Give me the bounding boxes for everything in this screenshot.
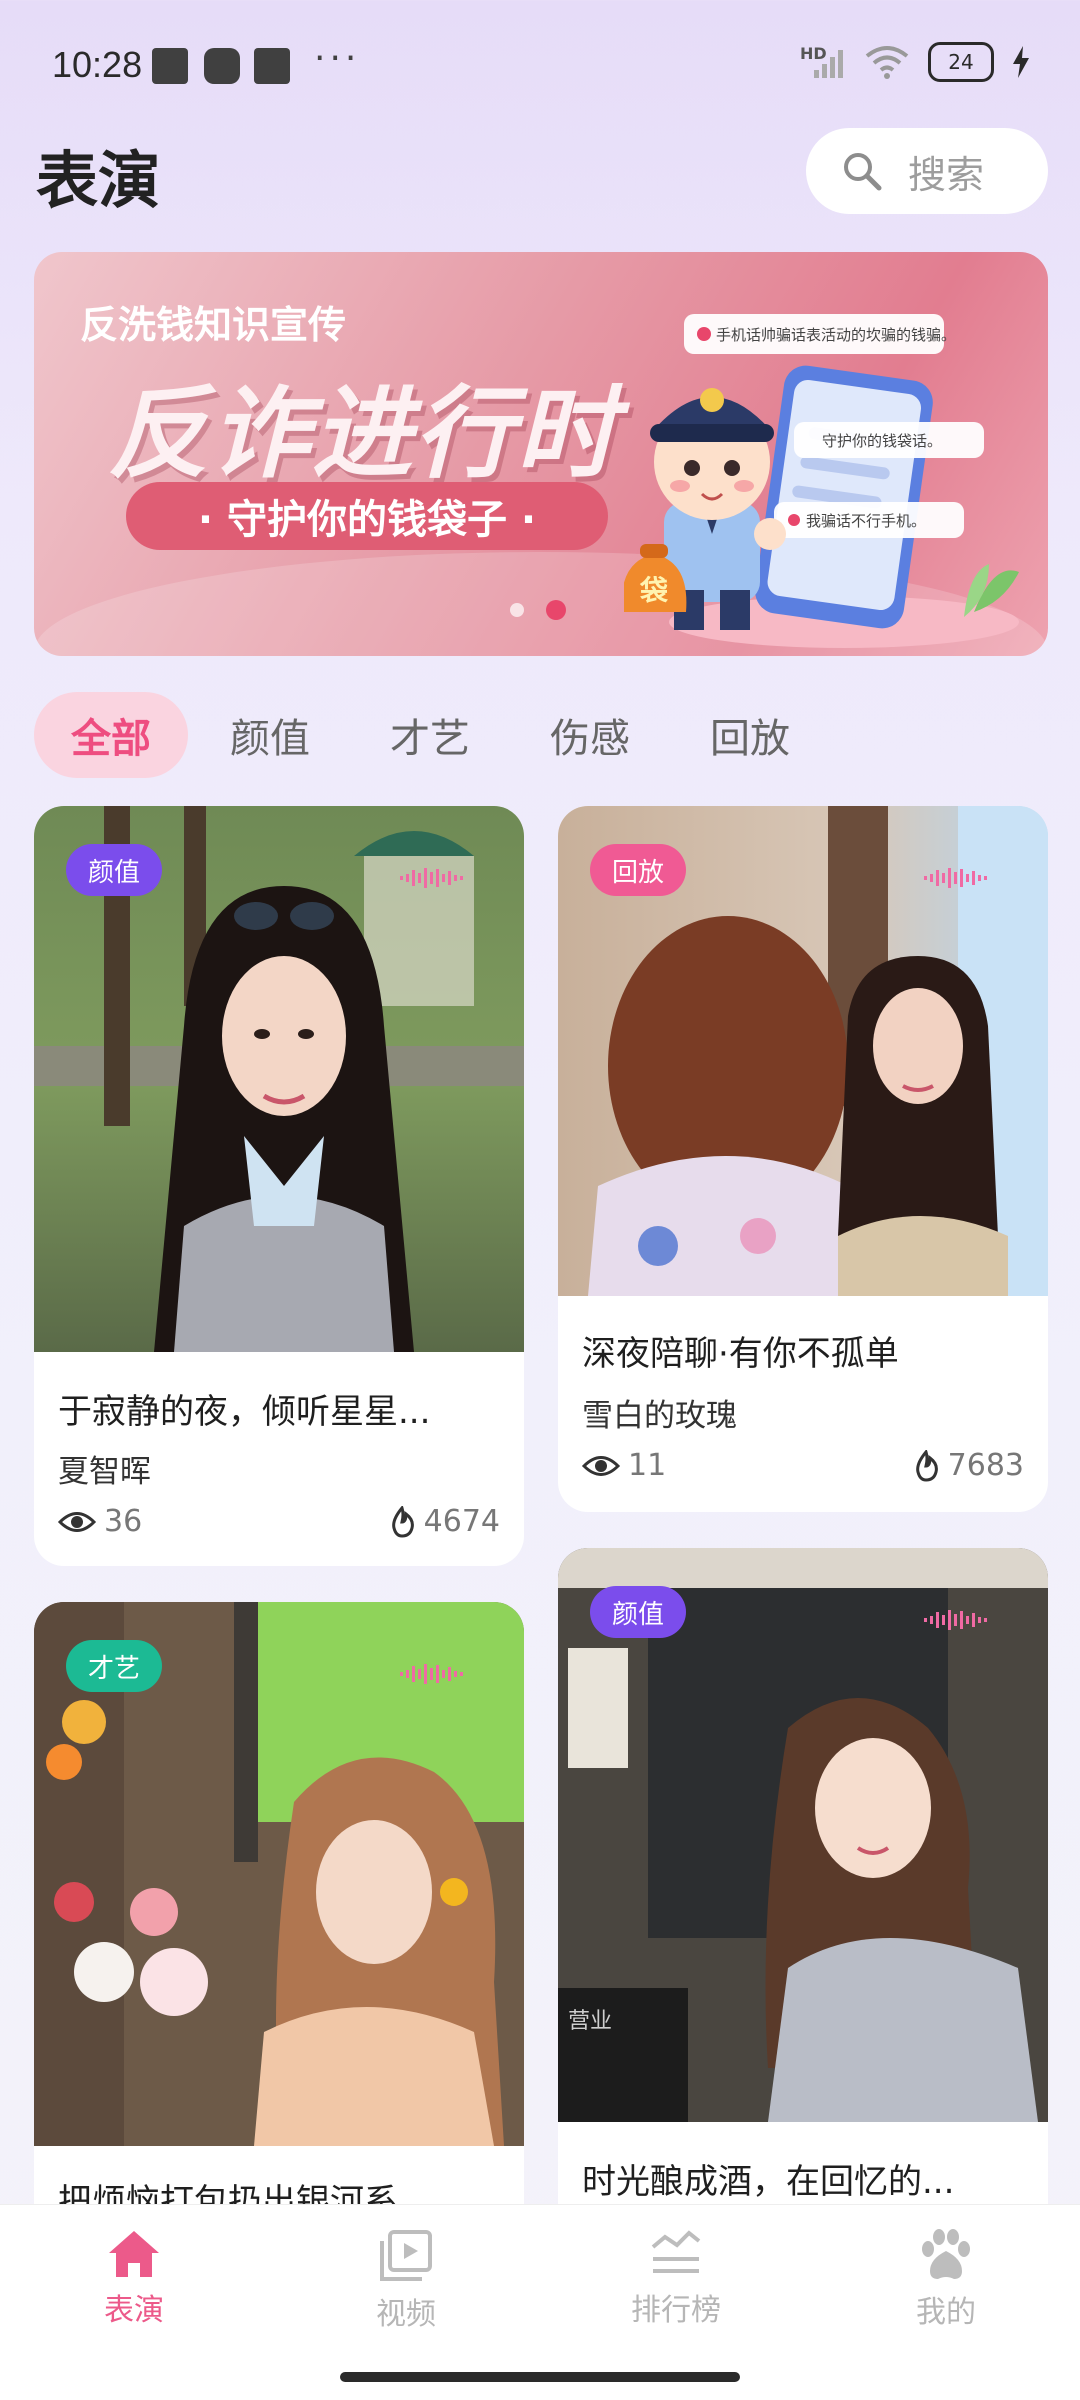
- live-audio-icon: [924, 1610, 987, 1630]
- banner-pagination: [510, 600, 566, 620]
- banner-slogan: · 守护你的钱袋子 ·: [126, 482, 608, 550]
- svg-text:我骗话不行手机。: 我骗话不行手机。: [806, 512, 926, 530]
- heat-count: 7683: [912, 1448, 1024, 1483]
- view-count: 11: [582, 1448, 666, 1483]
- notification-icon: [204, 48, 240, 84]
- category-badge: 回放: [590, 844, 687, 896]
- nav-label: 我的: [916, 2295, 976, 2330]
- nav-label: 视频: [376, 2297, 436, 2332]
- stream-cover-image: 营业 颜值: [558, 1548, 1048, 2122]
- paw-icon: [922, 2229, 970, 2279]
- svg-text:袋: 袋: [639, 574, 669, 607]
- svg-text:营业: 营业: [568, 2009, 612, 2034]
- search-label: 搜索: [908, 152, 985, 197]
- stream-card[interactable]: 回放 深夜陪聊·有你不孤单 雪白的玫瑰 11 7683: [558, 806, 1048, 1512]
- pagination-dot-active[interactable]: [546, 600, 566, 620]
- category-badge: 颜值: [590, 1586, 687, 1638]
- eye-icon: [58, 1511, 96, 1532]
- stream-title: 深夜陪聊·有你不孤单: [582, 1334, 899, 1374]
- pagination-dot[interactable]: [510, 603, 524, 617]
- stream-cover-image: 才艺: [34, 1602, 524, 2146]
- notification-icon: [254, 48, 290, 84]
- svg-text:手机话帅骗话表活动的坎骗的钱骗。: 手机话帅骗话表活动的坎骗的钱骗。: [716, 326, 956, 344]
- live-audio-icon: [924, 868, 987, 888]
- stream-card[interactable]: 颜值 于寂静的夜，倾听星星... 夏智晖 36 4674: [34, 806, 524, 1566]
- nav-label: 排行榜: [631, 2293, 721, 2328]
- view-count: 36: [58, 1504, 142, 1539]
- live-audio-icon: [400, 1664, 463, 1684]
- speech-bubble: 我骗话不行手机。: [774, 502, 964, 538]
- stream-card[interactable]: 才艺 把烦恼打包扔出银河系: [34, 1602, 524, 2302]
- category-badge: 颜值: [66, 844, 163, 896]
- tab-looks[interactable]: 颜值: [230, 692, 310, 778]
- flame-icon: [391, 1505, 414, 1538]
- stream-stats: 11 7683: [582, 1448, 1024, 1483]
- stream-card[interactable]: 营业 颜值 时光酿成酒，在回忆的...: [558, 1548, 1048, 2302]
- eye-icon: [582, 1455, 620, 1476]
- page-title: 表演: [36, 144, 161, 217]
- banner-headline: 反诈进行时: [108, 375, 618, 492]
- stream-cover-image: 回放: [558, 806, 1048, 1296]
- speech-bubble: 手机话帅骗话表活动的坎骗的钱骗。: [684, 314, 956, 354]
- streamer-name: 雪白的玫瑰: [582, 1398, 737, 1434]
- nav-item-profile[interactable]: 我的: [876, 2229, 1016, 2331]
- category-tabs: 全部 颜值 才艺 伤感 回放: [34, 692, 790, 778]
- search-icon: [844, 153, 882, 191]
- banner-subtitle: 反洗钱知识宣传: [80, 303, 347, 347]
- stream-stats: 36 4674: [58, 1504, 500, 1539]
- nav-item-perform[interactable]: 表演: [64, 2229, 204, 2329]
- heat-count: 4674: [388, 1504, 500, 1539]
- tab-talent[interactable]: 才艺: [390, 692, 470, 778]
- status-time: 10:28: [52, 44, 143, 85]
- stream-title: 时光酿成酒，在回忆的...: [582, 2162, 955, 2202]
- home-indicator[interactable]: [340, 2372, 740, 2382]
- wifi-icon: [865, 46, 909, 79]
- ranking-icon: [651, 2230, 701, 2273]
- svg-text:守护你的钱袋话。: 守护你的钱袋话。: [822, 432, 942, 450]
- stream-title: 于寂静的夜，倾听星星...: [58, 1392, 431, 1432]
- flame-icon: [915, 1449, 938, 1482]
- bottom-navigation: 表演 视频 排行榜 我的: [0, 2204, 1080, 2400]
- nav-item-ranking[interactable]: 排行榜: [606, 2229, 746, 2329]
- live-audio-icon: [400, 868, 463, 888]
- more-notifications-icon: ···: [314, 38, 361, 79]
- tab-all[interactable]: 全部: [34, 692, 188, 778]
- streamer-name: 夏智晖: [58, 1454, 151, 1490]
- tab-sad[interactable]: 伤感: [550, 692, 630, 778]
- notification-icon: [152, 48, 188, 84]
- stream-cover-image: 颜值: [34, 806, 524, 1352]
- video-icon: [380, 2230, 432, 2281]
- signal-icon: HD: [800, 42, 846, 82]
- nav-item-video[interactable]: 视频: [336, 2229, 476, 2333]
- promo-banner[interactable]: 反洗钱知识宣传 反诈进行时 · 守护你的钱袋子 · 手机话帅骗话表活动的坎骗的钱…: [34, 252, 1048, 656]
- tab-replay[interactable]: 回放: [710, 692, 790, 778]
- status-bar: 10:28 ··· HD 24: [0, 0, 1080, 130]
- speech-bubble: 守护你的钱袋话。: [794, 422, 984, 458]
- charging-icon: [1013, 46, 1029, 78]
- battery-icon: 24: [928, 42, 994, 82]
- category-badge: 才艺: [66, 1640, 163, 1692]
- nav-label: 表演: [104, 2293, 164, 2328]
- home-icon: [109, 2231, 159, 2277]
- search-button[interactable]: 搜索: [806, 128, 1048, 214]
- police-illustration: 手机话帅骗话表活动的坎骗的钱骗。 守护你的钱袋话。 我骗话不行手机。 袋: [624, 314, 1019, 648]
